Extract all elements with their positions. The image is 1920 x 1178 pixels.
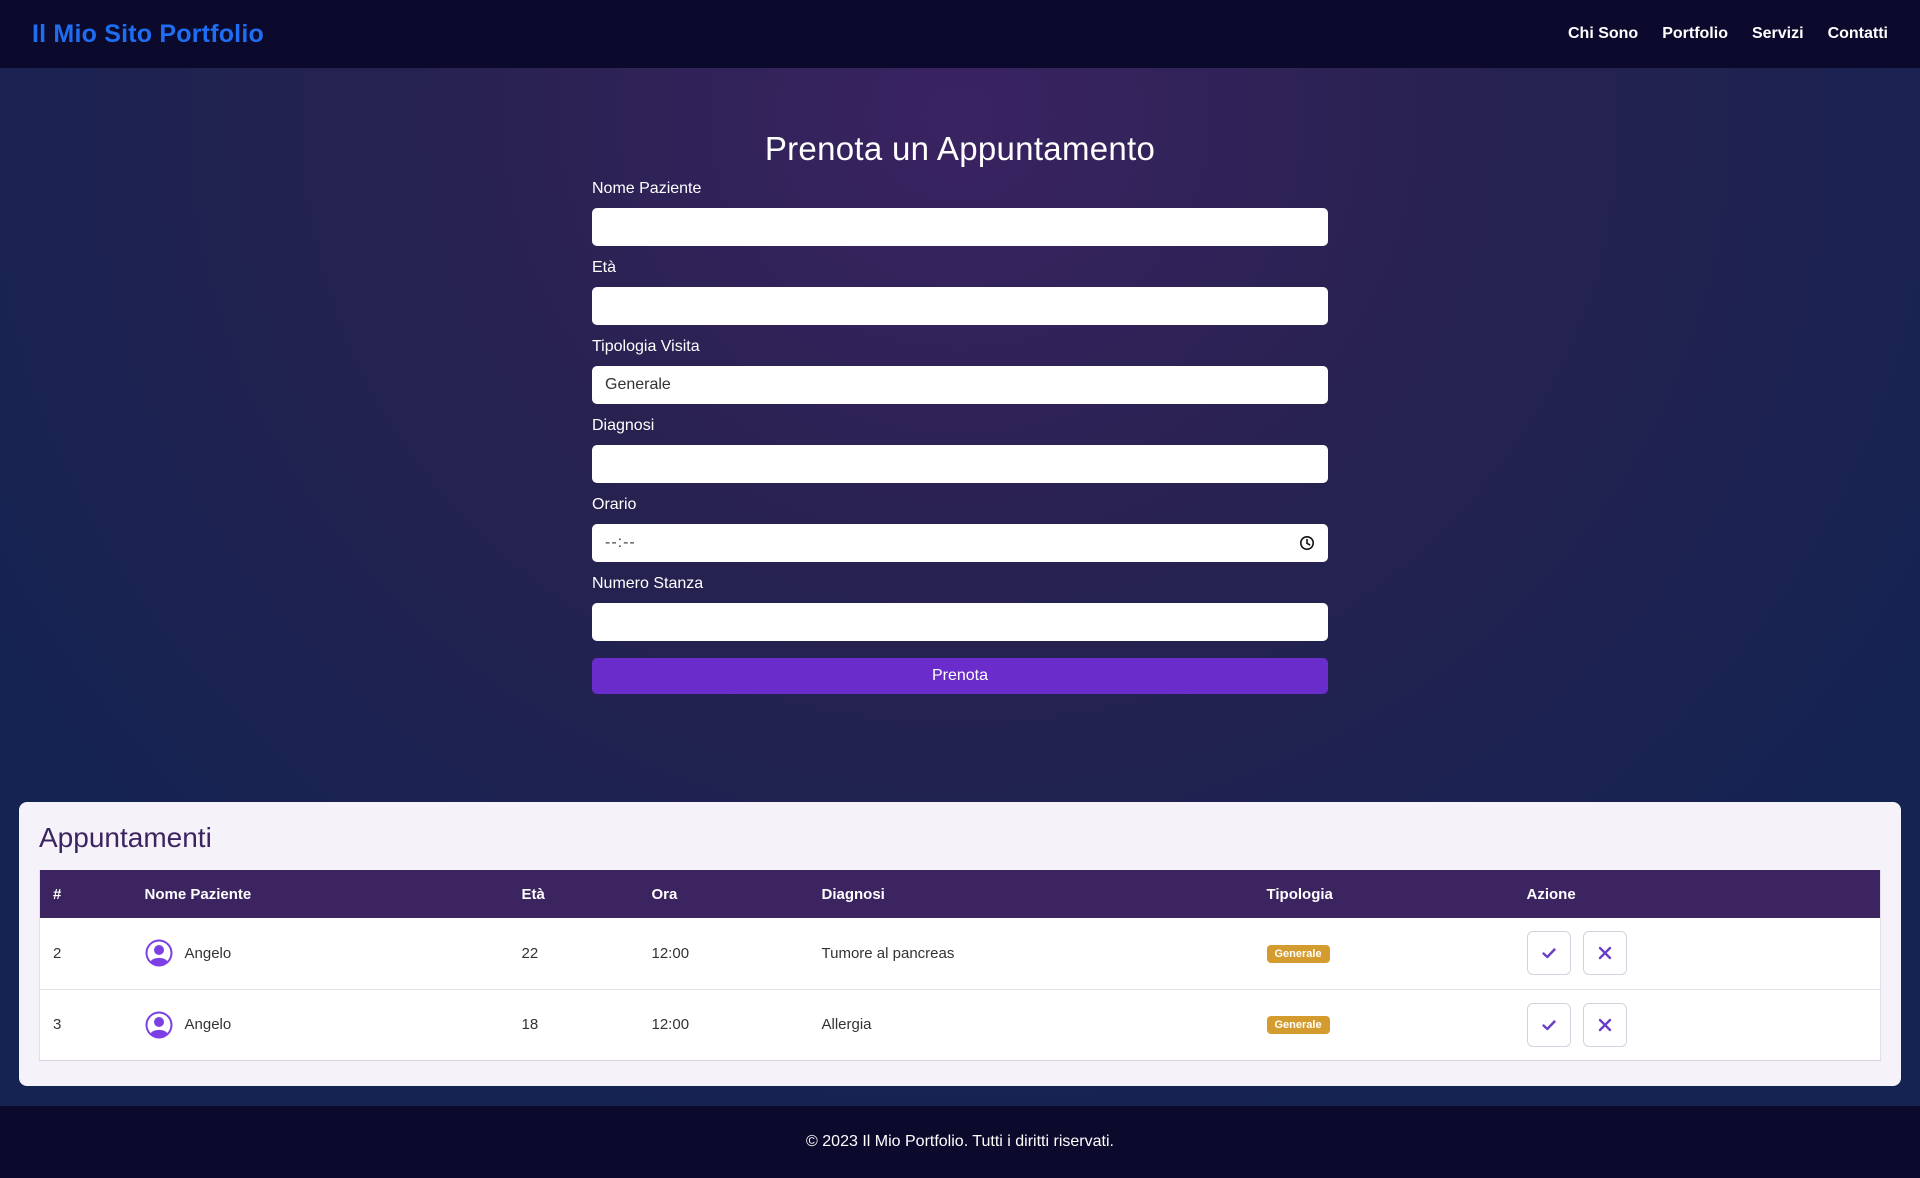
nome-paziente-input[interactable]	[592, 208, 1328, 246]
user-avatar-icon	[145, 939, 172, 967]
booking-form: Prenota un Appuntamento Nome Paziente Et…	[592, 130, 1328, 694]
patient-name: Angelo	[184, 944, 232, 962]
orario-value: --:--	[605, 534, 636, 551]
footer-copyright: © 2023 Il Mio Portfolio. Tutti i diritti…	[806, 1133, 1114, 1150]
patient-name-cell: Angelo	[145, 939, 496, 967]
cell-nome: Angelo	[132, 918, 509, 989]
cell-diagnosi: Allergia	[821, 1016, 872, 1033]
table-row: 3 Angelo 18 12:00 Allergia Generale	[39, 989, 1881, 1060]
field-group-orario: Orario --:--	[592, 496, 1328, 562]
col-header-id: #	[53, 885, 62, 903]
cell-eta: 18	[521, 1016, 539, 1033]
cell-nome: Angelo	[132, 989, 509, 1060]
user-avatar-icon	[145, 1011, 172, 1038]
cell-eta: 22	[521, 944, 539, 962]
eta-input[interactable]	[592, 287, 1328, 325]
orario-label: Orario	[592, 496, 637, 513]
appointments-title: Appuntamenti	[39, 822, 212, 853]
tipologia-badge: Generale	[1266, 1016, 1330, 1034]
main-nav: Chi Sono Portfolio Servizi Contatti	[1568, 25, 1888, 43]
check-icon	[1541, 948, 1556, 959]
table-header-row: # Nome Paziente Età Ora Diagnosi Tipolog…	[39, 870, 1881, 918]
close-icon	[1598, 1018, 1611, 1031]
diagnosi-input[interactable]	[592, 445, 1328, 483]
prenota-button[interactable]: Prenota	[592, 658, 1328, 694]
top-navbar: Il Mio Sito Portfolio Chi Sono Portfolio…	[0, 0, 1920, 68]
nome-label: Nome Paziente	[592, 180, 702, 197]
cancel-button[interactable]	[1582, 1002, 1627, 1047]
cell-diagnosi: Tumore al pancreas	[821, 944, 955, 962]
appointments-table: # Nome Paziente Età Ora Diagnosi Tipolog…	[39, 870, 1881, 1061]
cell-tipologia: Generale	[1254, 918, 1514, 989]
orario-time-input[interactable]: --:--	[592, 524, 1328, 562]
field-group-nome: Nome Paziente	[592, 180, 1328, 246]
nav-link-portfolio[interactable]: Portfolio	[1662, 25, 1728, 43]
appointments-card: Appuntamenti # Nome Paziente Età Ora Dia…	[19, 802, 1901, 1086]
tipologia-label: Tipologia Visita	[592, 338, 700, 355]
stanza-label: Numero Stanza	[592, 575, 704, 592]
numero-stanza-input[interactable]	[592, 603, 1328, 641]
confirm-button[interactable]	[1526, 931, 1571, 976]
col-header-tipologia: Tipologia	[1266, 885, 1333, 903]
col-header-ora: Ora	[651, 885, 678, 903]
patient-name: Angelo	[184, 1016, 232, 1033]
field-group-tipologia: Tipologia Visita Generale	[592, 338, 1328, 404]
field-group-eta: Età	[592, 259, 1328, 325]
nav-link-contatti[interactable]: Contatti	[1828, 25, 1888, 43]
check-icon	[1541, 1019, 1556, 1030]
row-actions	[1526, 1002, 1868, 1047]
eta-label: Età	[592, 259, 617, 276]
site-brand[interactable]: Il Mio Sito Portfolio	[32, 20, 264, 49]
cell-ora: 12:00	[651, 1016, 690, 1033]
col-header-diagnosi: Diagnosi	[821, 885, 885, 903]
close-icon	[1598, 947, 1611, 960]
clock-icon[interactable]	[1299, 535, 1315, 551]
confirm-button[interactable]	[1526, 1002, 1571, 1047]
tipologia-value: Generale	[605, 376, 671, 393]
tipologia-select[interactable]: Generale	[592, 366, 1328, 404]
row-actions	[1526, 931, 1868, 976]
cell-azione	[1514, 918, 1881, 989]
col-header-azione: Azione	[1526, 885, 1576, 903]
col-header-eta: Età	[521, 885, 545, 903]
cell-id: 3	[53, 1016, 62, 1033]
diagnosi-label: Diagnosi	[592, 417, 655, 434]
cell-id: 2	[53, 944, 62, 962]
cell-tipologia: Generale	[1254, 989, 1514, 1060]
form-title: Prenota un Appuntamento	[764, 130, 1156, 167]
field-group-stanza: Numero Stanza	[592, 575, 1328, 641]
cancel-button[interactable]	[1582, 931, 1627, 976]
col-header-nome: Nome Paziente	[144, 885, 252, 903]
field-group-diagnosi: Diagnosi	[592, 417, 1328, 483]
page-footer: © 2023 Il Mio Portfolio. Tutti i diritti…	[0, 1106, 1920, 1178]
cell-ora: 12:00	[651, 944, 690, 962]
tipologia-badge: Generale	[1266, 944, 1330, 963]
nav-link-chi-sono[interactable]: Chi Sono	[1568, 25, 1638, 43]
patient-name-cell: Angelo	[145, 1011, 496, 1039]
nav-link-servizi[interactable]: Servizi	[1752, 25, 1804, 43]
cell-azione	[1514, 989, 1881, 1060]
table-row: 2 Angelo 22 12:00 Tumore al pancreas Gen…	[39, 918, 1881, 989]
